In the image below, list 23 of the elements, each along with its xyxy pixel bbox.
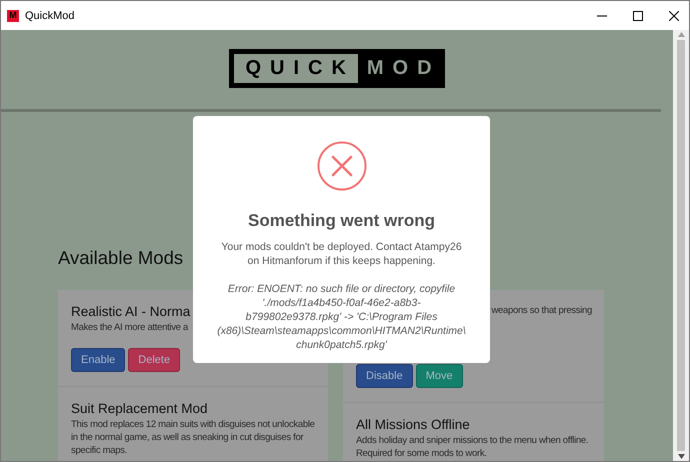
mod-description: weapons so that pressing xyxy=(491,304,592,317)
mod-title: Realistic AI - Norma xyxy=(71,304,190,319)
window-title: QuickMod xyxy=(25,10,76,22)
primary-button[interactable]: Enable xyxy=(71,348,126,372)
mod-title: Suit Replacement Mod xyxy=(71,401,208,416)
mod-description: Adds holiday and sniper missions to the menu when offline. Required for some mods to work. xyxy=(356,434,590,460)
logo: QUICK MOD xyxy=(229,49,445,88)
mod-description: Makes the AI more attentive a xyxy=(71,321,188,334)
danger-button[interactable]: Delete xyxy=(128,348,180,372)
error-details: Error: ENOENT: no such file or directory, copyfile './mods/f1a4b450-f0af-46e2-a8b3-b799802e9378.rpkg' -> 'C:\Program Files (x86)\Steam\steamapps\common\HITMAN2\Runtime\chunk0patch5.rpkg' xyxy=(216,282,466,352)
success-button[interactable]: Move xyxy=(416,364,463,388)
section-heading: Available Mods xyxy=(58,246,184,270)
mod-description: This mod replaces 12 main suits with disguises not unlockable in the normal game, as well as sneaking in cut disguises for specific maps. xyxy=(71,418,316,457)
dialog-message: Your mods couldn't be deployed. Contact Atampy26 on Hitmanforum if this keeps happening. xyxy=(220,240,463,268)
maximize-icon xyxy=(633,10,643,20)
close-icon xyxy=(669,10,679,20)
dialog-title: Something went wrong xyxy=(248,211,435,231)
primary-button[interactable]: Disable xyxy=(356,364,413,388)
error-icon xyxy=(316,141,366,191)
scrollbar[interactable] xyxy=(673,30,689,461)
mod-title: All Missions Offline xyxy=(356,417,470,432)
scroll-down-icon[interactable] xyxy=(678,454,684,459)
app-icon: M xyxy=(7,10,19,22)
